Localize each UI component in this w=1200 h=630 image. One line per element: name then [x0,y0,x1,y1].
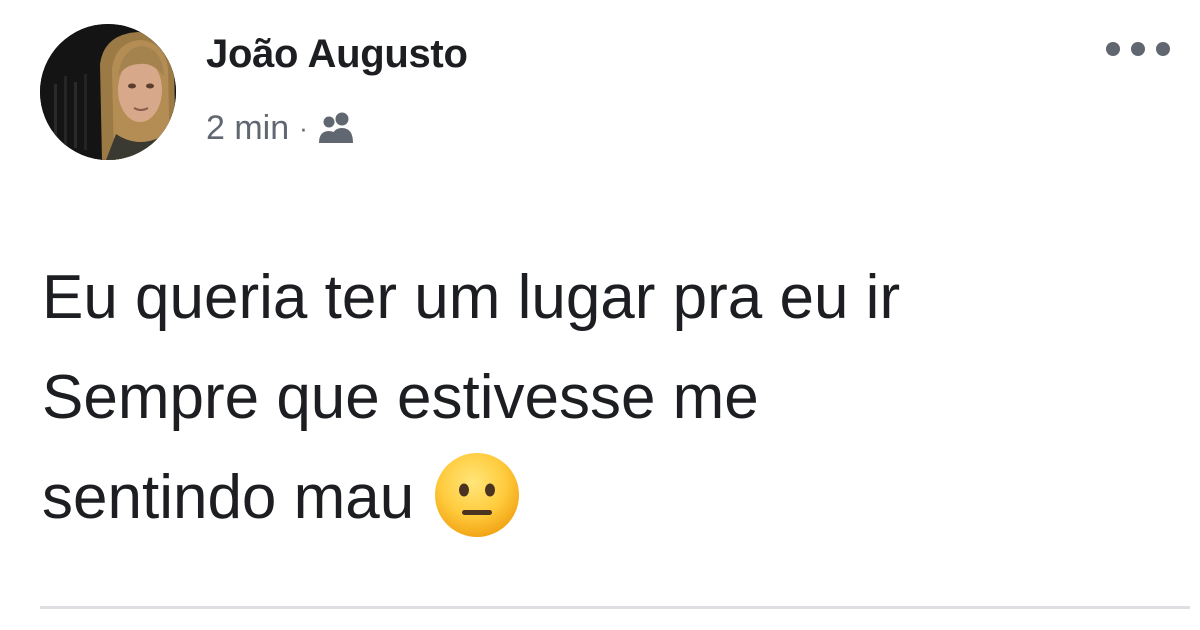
post-text-line: Eu queria ter um lugar pra eu ir [42,263,901,332]
dot [1106,42,1120,56]
post-meta: 2 min · [206,108,356,148]
post-timestamp[interactable]: 2 min [206,109,289,148]
avatar[interactable] [40,24,176,160]
author-name[interactable]: João Augusto [206,32,468,77]
friends-icon[interactable] [316,110,356,146]
post-card: João Augusto 2 min · Eu queria ter um lu… [0,0,1200,630]
dot [1156,42,1170,56]
neutral-face-emoji [432,450,522,540]
avatar-photo [40,24,176,160]
post-text-line-last: sentindo mau [42,448,1182,548]
post-text-line: Sempre que estivesse me [42,363,759,432]
divider [40,606,1190,609]
more-options-icon[interactable] [1106,34,1170,64]
meta-separator: · [299,112,308,143]
dot [1131,42,1145,56]
post-text: Eu queria ter um lugar pra eu ir Sempre … [42,248,1182,548]
post-text-line: sentindo mau [42,463,415,532]
